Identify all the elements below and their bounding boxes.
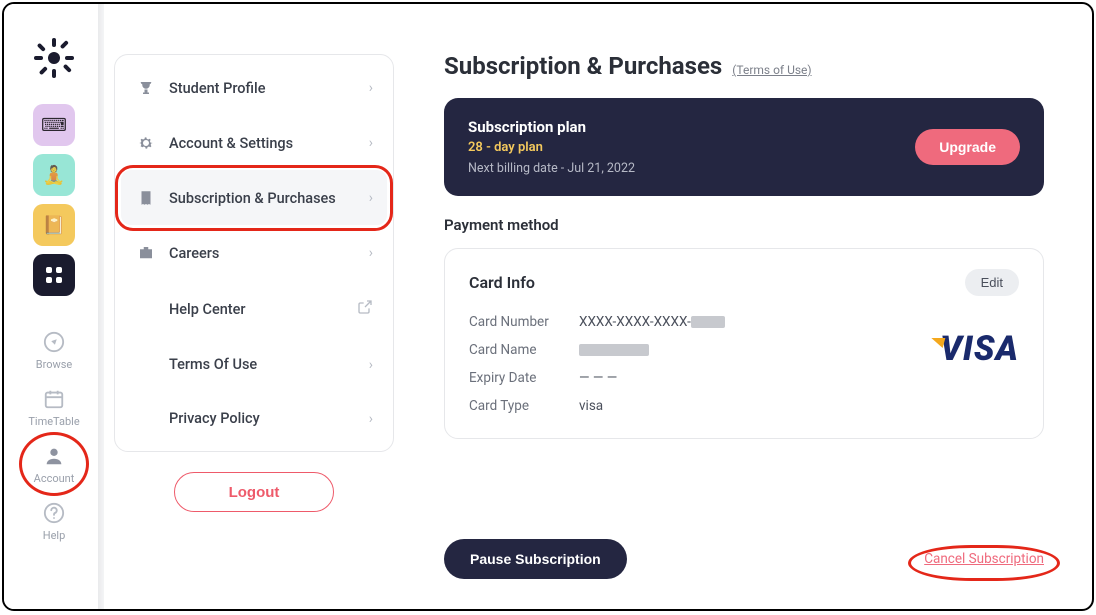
plan-duration: 28 - day plan	[468, 140, 635, 155]
app-tile-2[interactable]: 🧘	[33, 154, 75, 196]
card-number-value: XXXX-XXXX-XXXX-	[579, 314, 789, 330]
chevron-right-icon: ›	[369, 357, 373, 373]
nav-browse-label: Browse	[36, 358, 73, 371]
briefcase-icon	[135, 244, 157, 262]
payment-method-heading: Payment method	[444, 216, 1044, 234]
calendar-icon	[42, 387, 66, 411]
nav-help-label: Help	[43, 529, 66, 542]
card-info-heading: Card Info	[469, 273, 535, 292]
nav-account[interactable]: Account	[34, 444, 75, 485]
compass-icon	[42, 330, 66, 354]
cancel-subscription-link[interactable]: Cancel Subscription	[924, 551, 1044, 567]
external-link-icon	[357, 299, 373, 319]
menu-item-label: Careers	[169, 245, 357, 262]
app-logo	[34, 38, 74, 78]
terms-of-use-link[interactable]: (Terms of Use)	[732, 63, 811, 77]
menu-item-label: Account & Settings	[169, 135, 357, 152]
card-type-label: Card Type	[469, 398, 579, 414]
nav-browse[interactable]: Browse	[36, 330, 73, 371]
chevron-right-icon: ›	[369, 245, 373, 261]
upgrade-button[interactable]: Upgrade	[915, 129, 1020, 165]
menu-item-label: Help Center	[169, 301, 345, 318]
chevron-right-icon: ›	[369, 135, 373, 151]
menu-item-label: Student Profile	[169, 80, 357, 97]
main-content: Subscription & Purchases (Terms of Use) …	[404, 4, 1092, 609]
chevron-right-icon: ›	[369, 411, 373, 427]
menu-item-label: Privacy Policy	[169, 410, 357, 427]
chevron-right-icon: ›	[369, 80, 373, 96]
card-type-value: visa	[579, 398, 789, 414]
plan-next-billing: Next billing date - Jul 21, 2022	[468, 161, 635, 176]
menu-item-label: Subscription & Purchases	[169, 190, 357, 207]
card-info-box: Card Info Edit Card Number XXXX-XXXX-XXX…	[444, 248, 1044, 439]
settings-menu-wrap: Student Profile › Account & Settings › S…	[104, 4, 404, 609]
receipt-icon	[135, 189, 157, 207]
card-name-value	[579, 342, 789, 358]
app-tile-1[interactable]: ⌨	[33, 104, 75, 146]
app-tile-3[interactable]: 📔	[33, 204, 75, 246]
card-number-label: Card Number	[469, 314, 579, 330]
menu-item-account-settings[interactable]: Account & Settings ›	[121, 115, 387, 170]
gear-icon	[135, 134, 157, 152]
menu-item-student-profile[interactable]: Student Profile ›	[121, 61, 387, 115]
question-icon	[42, 501, 66, 525]
page-title: Subscription & Purchases	[444, 52, 722, 80]
nav-timetable-label: TimeTable	[28, 415, 79, 428]
card-expiry-label: Expiry Date	[469, 370, 579, 386]
nav-timetable[interactable]: TimeTable	[28, 387, 79, 428]
rail-divider	[98, 4, 104, 609]
chevron-right-icon: ›	[369, 190, 373, 206]
menu-item-privacy[interactable]: Privacy Policy ›	[121, 391, 387, 445]
plan-heading: Subscription plan	[468, 118, 635, 136]
pause-subscription-button[interactable]: Pause Subscription	[444, 539, 627, 579]
left-rail: ⌨ 🧘 📔 Browse TimeTable	[4, 4, 104, 609]
menu-item-subscription[interactable]: Subscription & Purchases ›	[121, 170, 387, 225]
subscription-plan-card: Subscription plan 28 - day plan Next bil…	[444, 98, 1044, 196]
trophy-icon	[135, 79, 157, 97]
app-tile-more[interactable]	[33, 254, 75, 296]
menu-item-careers[interactable]: Careers ›	[121, 225, 387, 280]
menu-item-label: Terms Of Use	[169, 356, 357, 373]
card-expiry-value: — — —	[579, 370, 789, 386]
menu-item-terms[interactable]: Terms Of Use ›	[121, 337, 387, 391]
edit-card-button[interactable]: Edit	[965, 269, 1019, 296]
nav-help[interactable]: Help	[42, 501, 66, 542]
person-icon	[42, 444, 66, 468]
menu-item-help-center[interactable]: Help Center	[121, 280, 387, 337]
card-name-label: Card Name	[469, 342, 579, 358]
settings-menu: Student Profile › Account & Settings › S…	[114, 54, 394, 452]
nav-account-label: Account	[34, 472, 75, 485]
visa-logo: VISA	[930, 329, 1019, 369]
logout-button[interactable]: Logout	[174, 472, 334, 512]
